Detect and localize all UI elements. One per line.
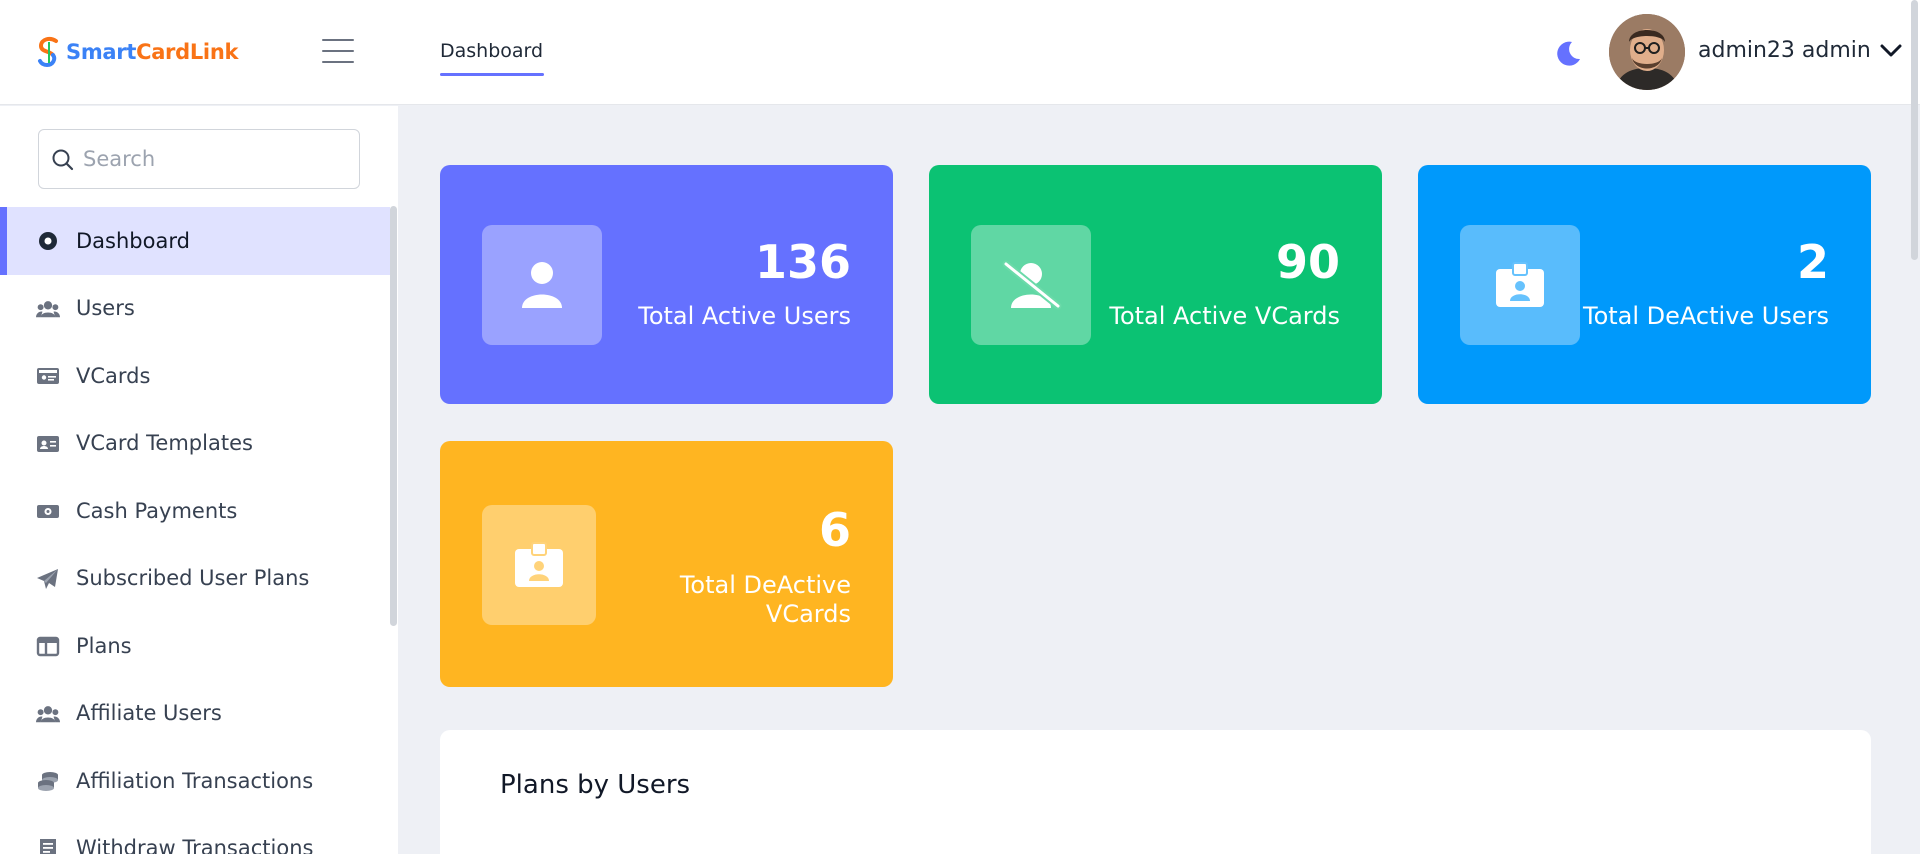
- sidebar-item-affiliate-users[interactable]: Affiliate Users: [0, 680, 390, 748]
- stat-label: Total Active VCards: [1109, 302, 1340, 330]
- users-icon: [36, 300, 60, 317]
- stat-card-deactive-users[interactable]: 2 Total DeActive Users: [1418, 165, 1871, 404]
- stat-icon-box: [971, 225, 1091, 345]
- paper-plane-icon: [37, 568, 58, 589]
- id-badge-icon: [1496, 262, 1544, 307]
- sidebar-scrollbar[interactable]: [390, 206, 397, 626]
- sidebar-item-affiliation-transactions[interactable]: Affiliation Transactions: [0, 747, 390, 815]
- sidebar-item-vcard-templates[interactable]: VCard Templates: [0, 410, 390, 478]
- vcard-template-icon: [37, 435, 59, 452]
- sidebar-item-users[interactable]: Users: [0, 275, 390, 343]
- id-badge-icon: [515, 542, 563, 587]
- money-icon: [37, 505, 59, 518]
- stat-card-active-users[interactable]: 136 Total Active Users: [440, 165, 893, 404]
- user-icon: [522, 262, 562, 308]
- stat-value: 6: [818, 503, 851, 557]
- brand-name: SmartCardLink: [66, 40, 238, 64]
- stat-value: 90: [1275, 235, 1340, 289]
- stat-icon-box: [482, 505, 596, 625]
- user-name[interactable]: admin23 admin: [1698, 38, 1871, 63]
- brand-logo[interactable]: SmartCardLink: [36, 36, 238, 68]
- brand-name-part2: CardLink: [136, 40, 239, 64]
- search-box[interactable]: [38, 129, 360, 189]
- plans-icon: [36, 636, 60, 657]
- sidebar-item-subscribed-user-plans[interactable]: Subscribed User Plans: [0, 545, 390, 613]
- user-slash-icon: [1002, 260, 1062, 310]
- stat-icon-box: [1460, 225, 1580, 345]
- top-header: SmartCardLink Dashboard admin23 admin: [0, 0, 1920, 260]
- sidebar-item-label: VCards: [76, 363, 151, 388]
- stat-icon-box: [482, 225, 602, 345]
- stat-value: 136: [754, 235, 851, 289]
- stat-label: Total Active Users: [638, 302, 851, 330]
- sidebar-item-dashboard[interactable]: Dashboard: [0, 207, 390, 275]
- sidebar-item-label: Affiliate Users: [76, 701, 222, 726]
- tab-dashboard[interactable]: Dashboard: [440, 40, 543, 62]
- panel-title: Plans by Users: [500, 770, 691, 800]
- sidebar-item-label: Affiliation Transactions: [76, 768, 314, 793]
- sidebar-item-label: Subscribed User Plans: [76, 566, 310, 591]
- sidebar-item-label: Cash Payments: [76, 498, 238, 523]
- vcard-icon: [37, 368, 59, 384]
- receipt-icon: [40, 838, 56, 854]
- stat-label: Total DeActive Users: [1583, 302, 1829, 330]
- sidebar-item-cash-payments[interactable]: Cash Payments: [0, 477, 390, 545]
- sidebar-item-label: Withdraw Transactions: [76, 836, 314, 854]
- page-scrollbar[interactable]: [1911, 0, 1918, 260]
- stat-card-active-vcards[interactable]: 90 Total Active VCards: [929, 165, 1382, 404]
- users-icon: [36, 705, 60, 722]
- stat-card-deactive-vcards[interactable]: 6 Total DeActive VCards: [440, 441, 893, 687]
- sidebar-item-withdraw-transactions[interactable]: Withdraw Transactions: [0, 815, 390, 854]
- plans-by-users-panel: Plans by Users: [440, 730, 1871, 854]
- sidebar-nav: Dashboard Users VCards VCard Templates C…: [0, 207, 390, 854]
- dashboard-icon: [39, 232, 57, 250]
- sidebar-item-label: VCard Templates: [76, 431, 253, 456]
- dark-mode-moon-icon[interactable]: [1553, 38, 1583, 68]
- logo-icon: [38, 36, 58, 68]
- active-tab-indicator: [440, 73, 544, 76]
- avatar-image: [1609, 14, 1685, 90]
- sidebar-item-vcards[interactable]: VCards: [0, 342, 390, 410]
- coins-icon: [38, 772, 58, 791]
- sidebar-item-label: Plans: [76, 633, 132, 658]
- sidebar-item-label: Dashboard: [76, 228, 190, 253]
- stat-value: 2: [1796, 235, 1829, 289]
- search-input[interactable]: [83, 142, 343, 176]
- sidebar-item-label: Users: [76, 296, 135, 321]
- brand-name-part1: Smart: [66, 40, 137, 64]
- sidebar: Dashboard Users VCards VCard Templates C…: [0, 106, 398, 854]
- search-icon: [52, 149, 74, 171]
- avatar[interactable]: [1609, 14, 1685, 90]
- sidebar-item-plans[interactable]: Plans: [0, 612, 390, 680]
- menu-toggle-icon[interactable]: [322, 36, 354, 66]
- chevron-down-icon[interactable]: [1880, 44, 1902, 58]
- stat-label: Total DeActive VCards: [679, 571, 851, 628]
